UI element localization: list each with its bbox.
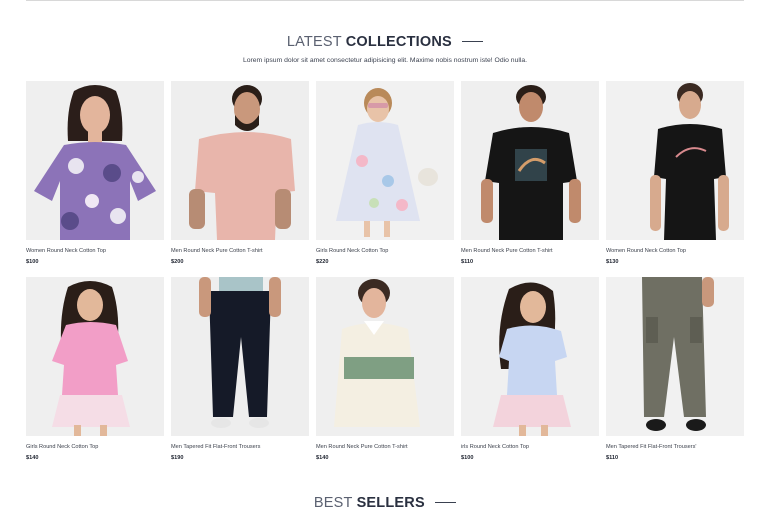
- product-image[interactable]: [461, 81, 599, 240]
- product-price: $110: [461, 259, 474, 265]
- product-price: $110: [606, 455, 619, 461]
- product-card[interactable]: Men Round Neck Pure Cotton T-shirt $110: [461, 81, 599, 265]
- product-image[interactable]: [606, 81, 744, 240]
- product-price: $100: [26, 259, 39, 265]
- product-name[interactable]: Women Round Neck Cotton Top: [606, 248, 744, 254]
- product-name[interactable]: Men Round Neck Pure Cotton T-shirt: [461, 248, 599, 254]
- product-card[interactable]: irls Round Neck Cotton Top $100: [461, 277, 599, 461]
- product-image[interactable]: [606, 277, 744, 436]
- product-name[interactable]: Women Round Neck Cotton Top: [26, 248, 164, 254]
- product-image[interactable]: [171, 81, 309, 240]
- product-image[interactable]: [26, 277, 164, 436]
- product-name[interactable]: Men Tapered Fit Flat-Front Trousers: [171, 444, 309, 450]
- title-dash: [462, 40, 484, 42]
- latest-collections-title: LATEST COLLECTIONS: [0, 34, 770, 50]
- title-light-word: LATEST: [286, 34, 342, 50]
- product-card[interactable]: Women Round Neck Cotton Top $130: [606, 81, 744, 265]
- product-price: $140: [316, 455, 329, 461]
- product-image[interactable]: [316, 81, 454, 240]
- product-price: $220: [316, 259, 329, 265]
- product-card[interactable]: Girls Round Neck Cotton Top $220: [316, 81, 454, 265]
- title-dash: [435, 501, 457, 503]
- product-price: $140: [26, 455, 39, 461]
- product-name[interactable]: Men Round Neck Pure Cotton T-shirt: [316, 444, 454, 450]
- product-card[interactable]: Men Round Neck Pure Cotton T-shirt $140: [316, 277, 454, 461]
- product-image[interactable]: [461, 277, 599, 436]
- product-price: $130: [606, 259, 619, 265]
- product-price: $100: [461, 455, 474, 461]
- product-name[interactable]: irls Round Neck Cotton Top: [461, 444, 599, 450]
- top-divider: [26, 0, 744, 1]
- collections-subtitle: Lorem ipsum dolor sit amet consectetur a…: [242, 57, 528, 64]
- product-card[interactable]: Men Tapered Fit Flat-Front Trousers $190: [171, 277, 309, 461]
- title-bold-word: SELLERS: [356, 495, 425, 511]
- product-image[interactable]: [26, 81, 164, 240]
- product-price: $190: [171, 455, 184, 461]
- product-card[interactable]: Men Round Neck Pure Cotton T-shirt $200: [171, 81, 309, 265]
- product-name[interactable]: Men Round Neck Pure Cotton T-shirt: [171, 248, 309, 254]
- product-card[interactable]: Women Round Neck Cotton Top $100: [26, 81, 164, 265]
- product-card[interactable]: Girls Round Neck Cotton Top $140: [26, 277, 164, 461]
- product-name[interactable]: Girls Round Neck Cotton Top: [26, 444, 164, 450]
- product-image[interactable]: [171, 277, 309, 436]
- product-card[interactable]: Men Tapered Fit Flat-Front Trousers' $11…: [606, 277, 744, 461]
- product-price: $200: [171, 259, 184, 265]
- product-name[interactable]: Men Tapered Fit Flat-Front Trousers': [606, 444, 744, 450]
- title-light-word: BEST: [313, 495, 353, 511]
- best-sellers-title: BEST SELLERS: [0, 495, 770, 511]
- product-name[interactable]: Girls Round Neck Cotton Top: [316, 248, 454, 254]
- title-bold-word: COLLECTIONS: [345, 34, 452, 50]
- product-image[interactable]: [316, 277, 454, 436]
